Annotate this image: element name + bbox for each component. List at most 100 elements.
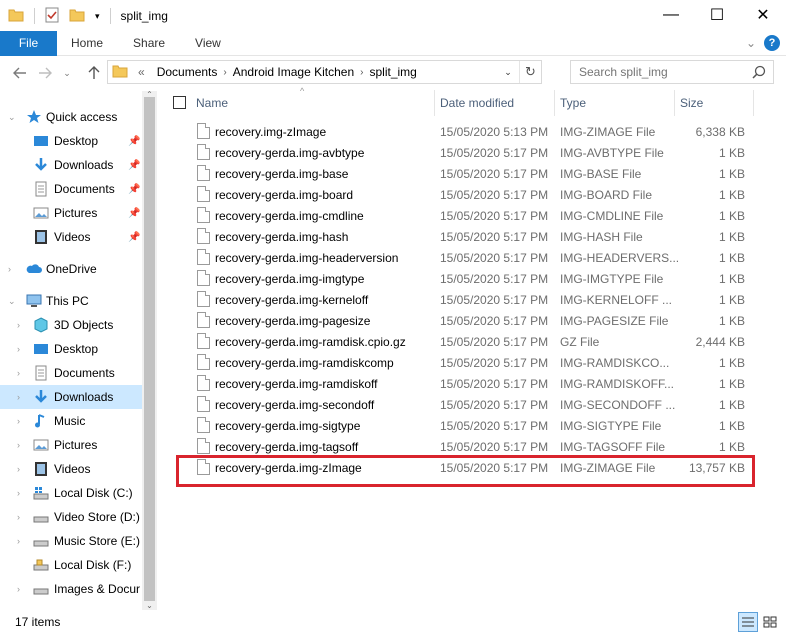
help-icon[interactable]: ? xyxy=(764,35,780,51)
file-name[interactable]: recovery-gerda.img-ramdiskcomp xyxy=(215,356,394,370)
file-row[interactable]: recovery-gerda.img-cmdline 15/05/2020 5:1… xyxy=(165,205,760,226)
file-name[interactable]: recovery-gerda.img-hash xyxy=(215,230,348,244)
file-name[interactable]: recovery-gerda.img-sigtype xyxy=(215,419,360,433)
nav-music[interactable]: › Music xyxy=(0,409,142,433)
file-name[interactable]: recovery-gerda.img-avbtype xyxy=(215,146,364,160)
up-button[interactable] xyxy=(82,61,106,85)
file-row[interactable]: recovery-gerda.img-pagesize 15/05/2020 5:… xyxy=(165,310,760,331)
column-type[interactable]: Type xyxy=(555,90,675,116)
file-row[interactable]: recovery-gerda.img-base 15/05/2020 5:17 P… xyxy=(165,163,760,184)
chevron-right-icon[interactable]: › xyxy=(17,512,20,522)
nav-quick-documents[interactable]: Documents 📌 xyxy=(0,177,142,201)
select-all-checkbox[interactable] xyxy=(173,96,186,109)
chevron-right-icon[interactable]: › xyxy=(17,464,20,474)
expand-ribbon-chevron-icon[interactable]: ⌄ xyxy=(746,36,756,50)
nav-3d-objects[interactable]: › 3D Objects xyxy=(0,313,142,337)
search-input[interactable] xyxy=(579,65,749,79)
file-row[interactable]: recovery-gerda.img-avbtype 15/05/2020 5:1… xyxy=(165,142,760,163)
column-name[interactable]: Name xyxy=(191,90,435,116)
customize-toolbar-chevron-icon[interactable]: ▾ xyxy=(95,11,100,22)
file-name[interactable]: recovery.img-zImage xyxy=(215,125,326,139)
file-row[interactable]: recovery-gerda.img-board 15/05/2020 5:17 … xyxy=(165,184,760,205)
file-row[interactable]: recovery-gerda.img-hash 15/05/2020 5:17 P… xyxy=(165,226,760,247)
nav-videos[interactable]: › Videos xyxy=(0,457,142,481)
chevron-right-icon[interactable]: › xyxy=(17,536,20,546)
file-name[interactable]: recovery-gerda.img-headerversion xyxy=(215,251,398,265)
tab-home[interactable]: Home xyxy=(57,31,117,56)
chevron-right-icon[interactable]: › xyxy=(8,264,11,274)
file-row[interactable]: recovery-gerda.img-sigtype 15/05/2020 5:1… xyxy=(165,415,760,436)
nav-quick-desktop[interactable]: Desktop 📌 xyxy=(0,129,142,153)
nav-quick-pictures[interactable]: Pictures 📌 xyxy=(0,201,142,225)
recent-locations-button[interactable]: ⌄ xyxy=(60,61,74,85)
breadcrumb-separator-icon[interactable]: › xyxy=(223,67,226,78)
file-name[interactable]: recovery-gerda.img-board xyxy=(215,188,353,202)
chevron-right-icon[interactable]: › xyxy=(17,416,20,426)
forward-button[interactable] xyxy=(33,61,57,85)
file-row[interactable]: recovery-gerda.img-tagsoff 15/05/2020 5:1… xyxy=(165,436,760,457)
nav-quick-access[interactable]: ⌄ Quick access xyxy=(0,105,142,129)
file-row[interactable]: recovery.img-zImage 15/05/2020 5:13 PM IMG… xyxy=(165,121,760,142)
properties-icon[interactable] xyxy=(45,7,59,26)
nav-local-disk-f[interactable]: Local Disk (F:) xyxy=(0,553,142,577)
breadcrumb-documents[interactable]: Documents xyxy=(157,65,218,79)
minimize-button[interactable]: — xyxy=(648,0,694,30)
file-row[interactable]: recovery-gerda.img-headerversion 15/05/20… xyxy=(165,247,760,268)
file-row[interactable]: recovery-gerda.img-imgtype 15/05/2020 5:1… xyxy=(165,268,760,289)
nav-music-store-e[interactable]: › Music Store (E:) xyxy=(0,529,142,553)
nav-video-store-d[interactable]: › Video Store (D:) xyxy=(0,505,142,529)
nav-onedrive[interactable]: › OneDrive xyxy=(0,257,142,281)
chevron-right-icon[interactable]: › xyxy=(17,584,20,594)
breadcrumb-overflow[interactable]: « xyxy=(138,65,145,79)
chevron-right-icon[interactable]: › xyxy=(17,440,20,450)
scrollbar-thumb[interactable] xyxy=(144,97,155,601)
nav-this-pc[interactable]: ⌄ This PC xyxy=(0,289,142,313)
file-name[interactable]: recovery-gerda.img-ramdiskoff xyxy=(215,377,378,391)
file-name[interactable]: recovery-gerda.img-pagesize xyxy=(215,314,370,328)
nav-pictures[interactable]: › Pictures xyxy=(0,433,142,457)
details-view-button[interactable] xyxy=(738,612,758,632)
breadcrumb-android-image-kitchen[interactable]: Android Image Kitchen xyxy=(233,65,354,79)
column-size[interactable]: Size xyxy=(675,90,754,116)
large-icons-view-button[interactable] xyxy=(760,612,780,632)
address-bar[interactable]: « Documents › Android Image Kitchen › sp… xyxy=(107,60,542,84)
scroll-down-chevron-icon[interactable]: ⌄ xyxy=(142,602,157,610)
chevron-right-icon[interactable]: › xyxy=(17,344,20,354)
back-button[interactable] xyxy=(8,61,32,85)
chevron-down-icon[interactable]: ⌄ xyxy=(8,296,16,307)
chevron-down-icon[interactable]: ⌄ xyxy=(8,112,16,123)
file-name[interactable]: recovery-gerda.img-secondoff xyxy=(215,398,374,412)
nav-images-docs[interactable]: › Images & Docur xyxy=(0,577,142,601)
chevron-right-icon[interactable]: › xyxy=(17,392,20,402)
file-name[interactable]: recovery-gerda.img-ramdisk.cpio.gz xyxy=(215,335,406,349)
nav-local-disk-c[interactable]: › Local Disk (C:) xyxy=(0,481,142,505)
nav-desktop[interactable]: › Desktop xyxy=(0,337,142,361)
search-box[interactable] xyxy=(570,60,774,84)
chevron-right-icon[interactable]: › xyxy=(17,320,20,330)
file-name[interactable]: recovery-gerda.img-base xyxy=(215,167,348,181)
file-name[interactable]: recovery-gerda.img-kerneloff xyxy=(215,293,368,307)
tab-share[interactable]: Share xyxy=(117,31,179,56)
breadcrumb-separator-icon[interactable]: › xyxy=(360,67,363,78)
file-row[interactable]: recovery-gerda.img-kerneloff 15/05/2020 5… xyxy=(165,289,760,310)
nav-quick-downloads[interactable]: Downloads 📌 xyxy=(0,153,142,177)
file-name[interactable]: recovery-gerda.img-imgtype xyxy=(215,272,364,286)
close-button[interactable]: ✕ xyxy=(740,0,786,30)
tab-file[interactable]: File xyxy=(0,30,57,56)
file-row[interactable]: recovery-gerda.img-ramdiskoff 15/05/2020 … xyxy=(165,373,760,394)
tab-view[interactable]: View xyxy=(179,31,235,56)
file-row[interactable]: recovery-gerda.img-ramdiskcomp 15/05/2020… xyxy=(165,352,760,373)
nav-downloads[interactable]: › Downloads xyxy=(0,385,142,409)
file-row[interactable]: recovery-gerda.img-ramdisk.cpio.gz 15/05/… xyxy=(165,331,760,352)
column-date-modified[interactable]: Date modified xyxy=(435,90,555,116)
nav-documents[interactable]: › Documents xyxy=(0,361,142,385)
file-name[interactable]: recovery-gerda.img-cmdline xyxy=(215,209,364,223)
search-icon[interactable] xyxy=(752,65,766,82)
breadcrumb-split-img[interactable]: split_img xyxy=(369,65,416,79)
chevron-right-icon[interactable]: › xyxy=(17,368,20,378)
nav-scrollbar[interactable]: ⌃ ⌄ xyxy=(142,91,157,610)
address-dropdown-chevron-icon[interactable]: ⌄ xyxy=(499,61,517,83)
file-row[interactable]: recovery-gerda.img-secondoff 15/05/2020 5… xyxy=(165,394,760,415)
chevron-right-icon[interactable]: › xyxy=(17,488,20,498)
maximize-button[interactable]: ☐ xyxy=(694,0,740,30)
